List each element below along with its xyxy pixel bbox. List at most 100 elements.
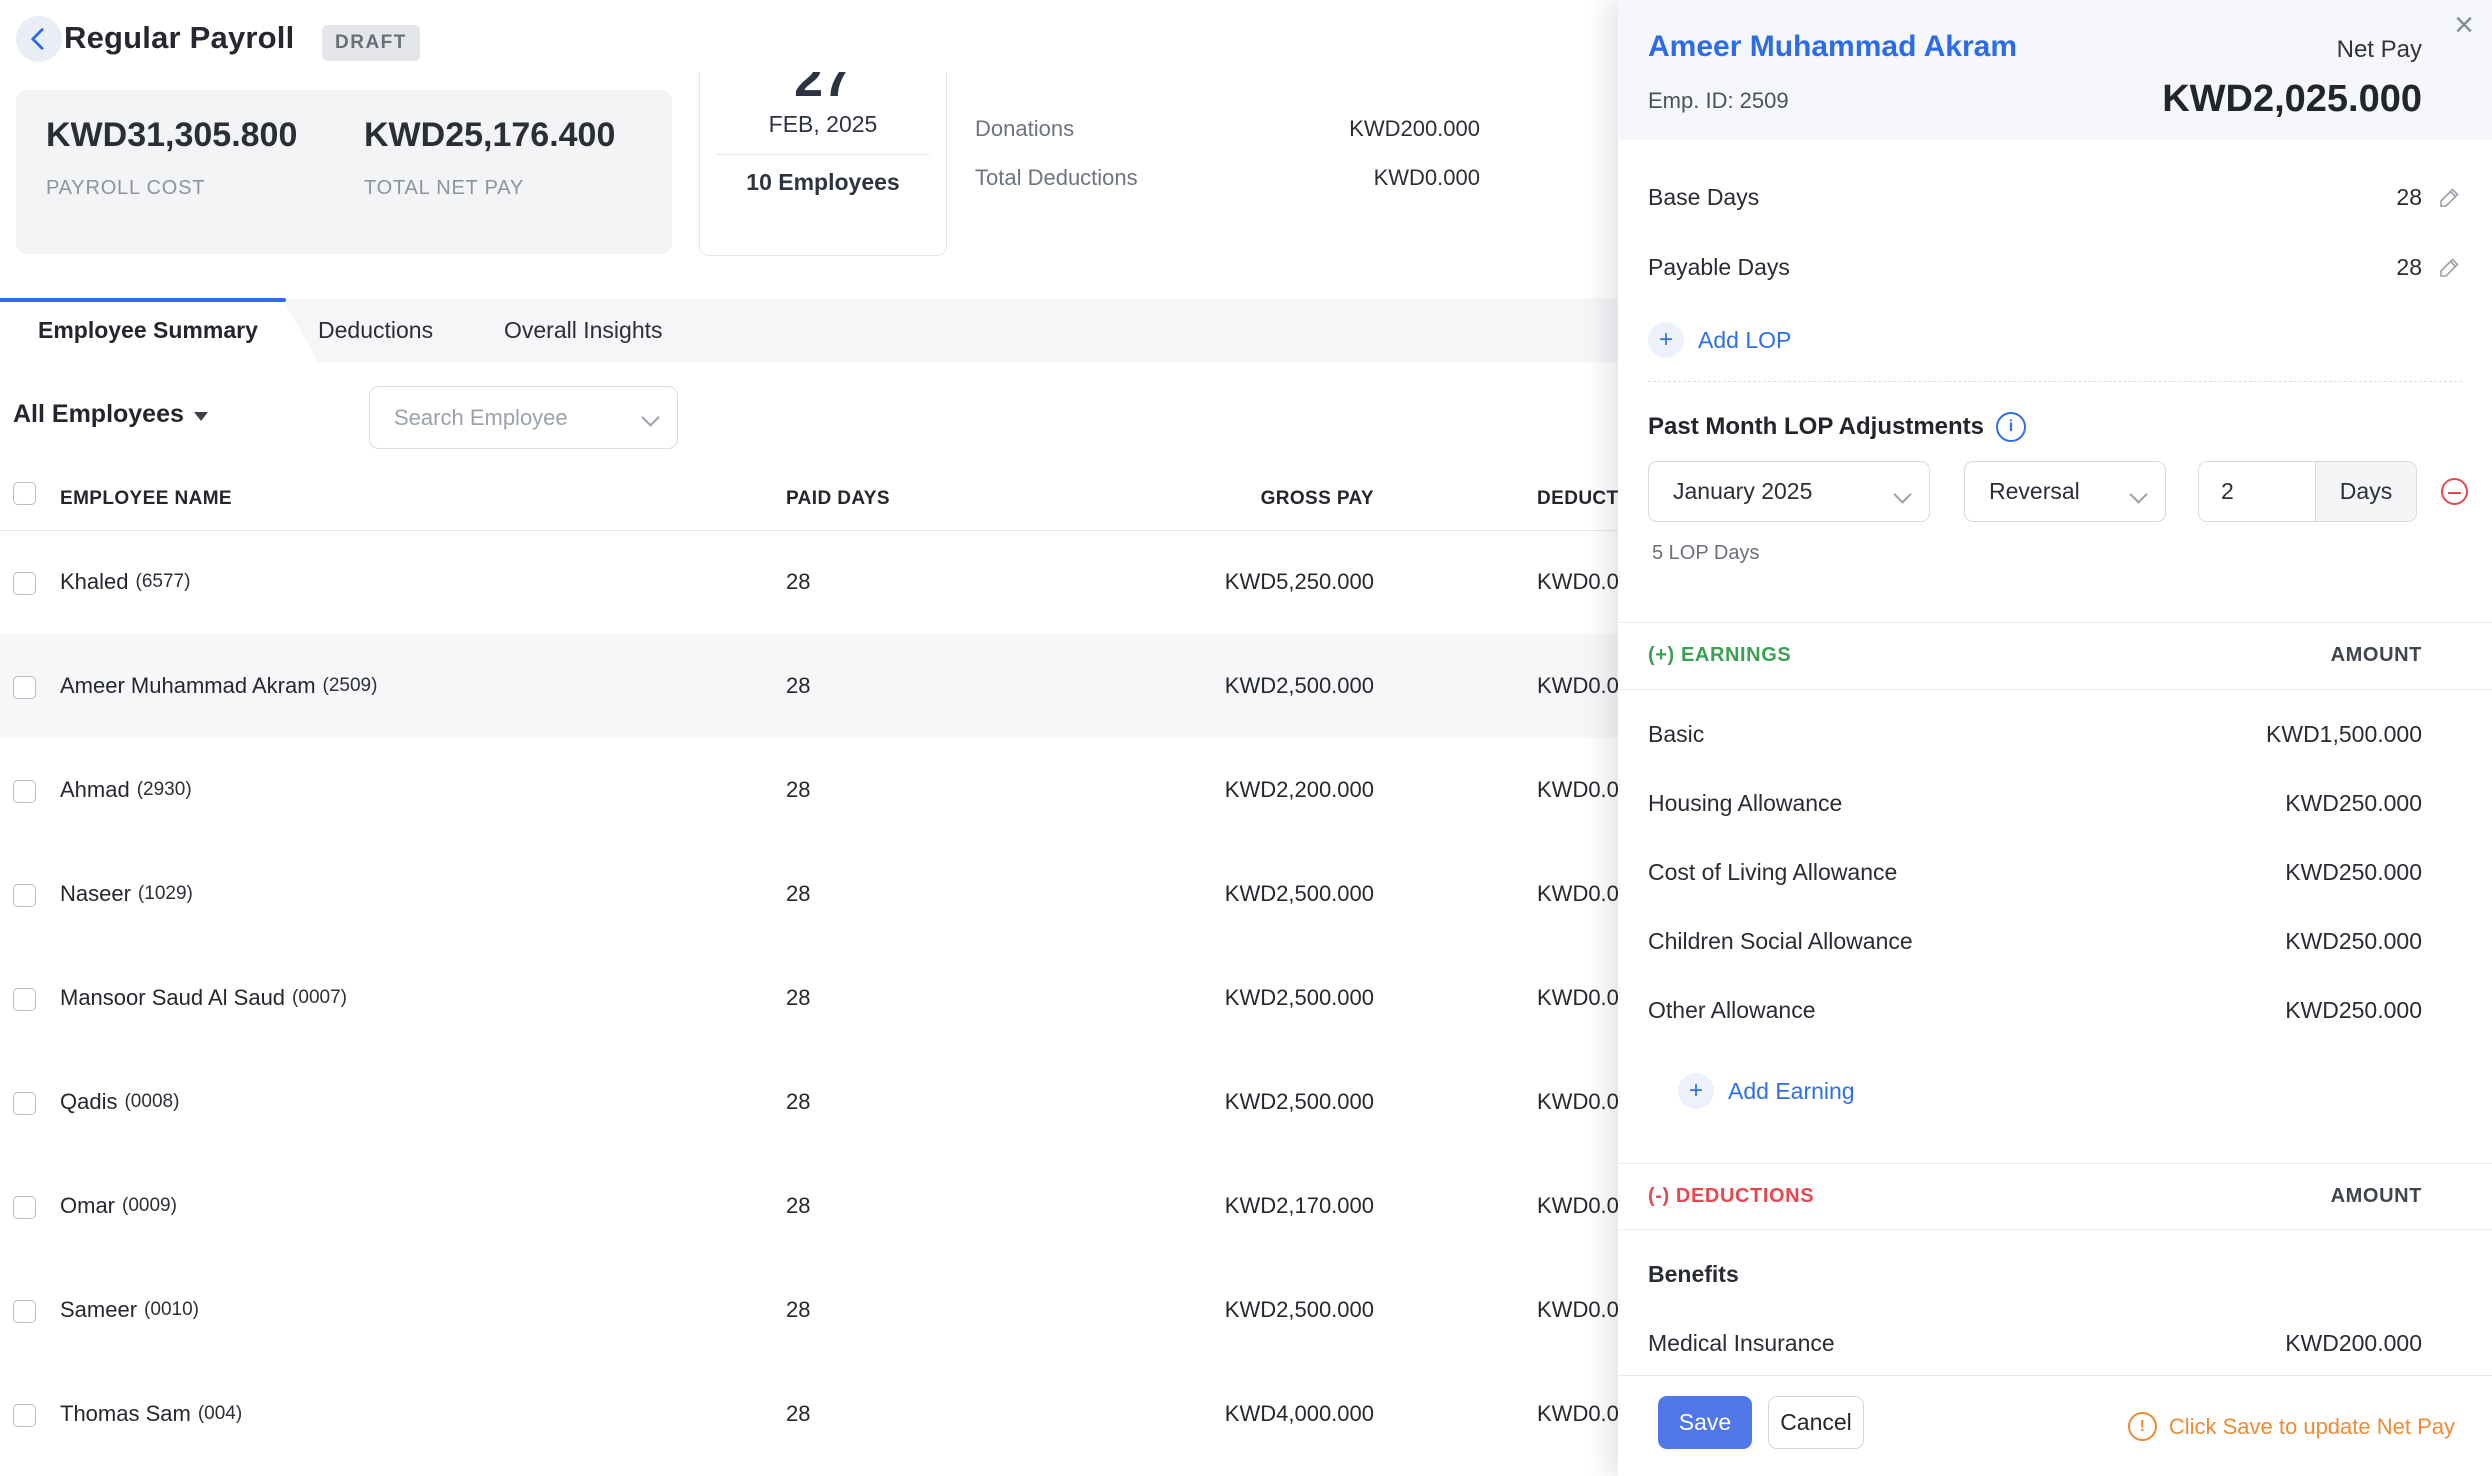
row-checkbox[interactable] <box>13 572 36 595</box>
row-checkbox[interactable] <box>13 1092 36 1115</box>
close-icon[interactable]: × <box>2454 6 2474 45</box>
employee-filter-dropdown[interactable]: All Employees <box>13 400 208 429</box>
tab-employee-summary-label[interactable]: Employee Summary <box>38 298 258 362</box>
earning-row: Cost of Living AllowanceKWD250.000 <box>1618 838 2492 907</box>
row-checkbox[interactable] <box>13 1404 36 1427</box>
add-earning-button[interactable]: + Add Earning <box>1678 1073 1855 1109</box>
employee-pay-panel: Ameer Muhammad Akram Net Pay Emp. ID: 25… <box>1618 0 2492 1476</box>
lop-days-input-group: Days <box>2198 461 2417 522</box>
employee-name-cell[interactable]: Qadis(0008) <box>60 1050 179 1154</box>
employee-name-cell[interactable]: Thomas Sam(004) <box>60 1362 242 1466</box>
total-net-pay-stat: KWD25,176.400 TOTAL NET PAY <box>364 116 615 200</box>
edit-pencil-icon[interactable] <box>2438 185 2462 209</box>
earning-label: Other Allowance <box>1648 993 1815 1029</box>
panel-footer: Save Cancel ! Click Save to update Net P… <box>1618 1375 2492 1476</box>
earnings-amount-label: AMOUNT <box>2331 644 2422 667</box>
deductions-heading: (-) DEDUCTIONS <box>1648 1185 1814 1208</box>
add-earning-label: Add Earning <box>1728 1078 1855 1105</box>
earning-amount: KWD250.000 <box>2285 859 2422 886</box>
lop-type-select[interactable]: Reversal <box>1964 461 2166 522</box>
employee-name-cell[interactable]: Omar(0009) <box>60 1154 177 1258</box>
select-all-checkbox[interactable] <box>13 482 36 505</box>
tab-deductions[interactable]: Deductions <box>318 298 433 362</box>
total-net-pay-label: TOTAL NET PAY <box>364 177 615 200</box>
base-days-label: Base Days <box>1648 184 1759 211</box>
tab-overall-insights[interactable]: Overall Insights <box>504 298 663 362</box>
total-net-pay-value: KWD25,176.400 <box>364 116 615 155</box>
lop-month-select[interactable]: January 2025 <box>1648 461 1930 522</box>
lop-type-value: Reversal <box>1989 478 2080 505</box>
row-checkbox[interactable] <box>13 988 36 1011</box>
paid-days-cell: 28 <box>786 530 810 634</box>
lop-adjustment-row: January 2025 Reversal Days <box>1648 461 2468 522</box>
paid-days-cell: 28 <box>786 842 810 946</box>
employee-id: (0007) <box>292 987 347 1009</box>
employee-id: Emp. ID: 2509 <box>1648 88 1789 114</box>
search-input[interactable] <box>392 404 606 432</box>
employee-name-cell[interactable]: Mansoor Saud Al Saud (0007) <box>60 946 347 1050</box>
pay-date-month-year: FEB, 2025 <box>700 111 946 138</box>
column-employee-name: EMPLOYEE NAME <box>60 488 232 510</box>
payroll-run-page: 27 FEB, 2025 10 Employees Regular Payrol… <box>0 0 2492 1476</box>
employee-name-cell[interactable]: Naseer(1029) <box>60 842 193 946</box>
row-checkbox[interactable] <box>13 1196 36 1219</box>
cancel-button[interactable]: Cancel <box>1768 1396 1864 1449</box>
employee-name: Mansoor Saud Al Saud <box>60 985 285 1011</box>
earning-label: Children Social Allowance <box>1648 924 1913 960</box>
chevron-down-icon <box>2129 485 2147 503</box>
panel-employee-name-link[interactable]: Ameer Muhammad Akram <box>1648 30 2017 64</box>
payroll-summary-card: KWD31,305.800 PAYROLL COST KWD25,176.400… <box>16 90 672 254</box>
dashed-divider <box>1648 381 2462 382</box>
gross-pay-cell: KWD2,500.000 <box>1174 842 1374 946</box>
row-checkbox[interactable] <box>13 676 36 699</box>
deduction-label: Medical Insurance <box>1648 1326 1835 1362</box>
chevron-left-icon <box>30 28 53 51</box>
deductions-amount-label: AMOUNT <box>2331 1185 2422 1208</box>
earnings-header: (+) EARNINGS AMOUNT <box>1648 622 2422 688</box>
caret-down-icon <box>194 412 208 421</box>
employee-count: 10 Employees <box>700 169 946 196</box>
lop-days-input[interactable] <box>2199 462 2315 521</box>
employee-name-cell[interactable]: Sameer(0010) <box>60 1258 199 1362</box>
employee-name: Omar <box>60 1193 115 1219</box>
payroll-cost-value: KWD31,305.800 <box>46 116 297 155</box>
row-checkbox[interactable] <box>13 884 36 907</box>
save-button[interactable]: Save <box>1658 1396 1752 1449</box>
deduction-group-row: Benefits <box>1618 1240 2492 1309</box>
employee-search[interactable] <box>369 386 678 449</box>
add-lop-button[interactable]: + Add LOP <box>1648 322 1791 358</box>
paid-days-cell: 28 <box>786 1258 810 1362</box>
info-icon[interactable]: i <box>1996 412 2026 442</box>
base-days-value: 28 <box>2396 184 2422 211</box>
edit-pencil-icon[interactable] <box>2438 255 2462 279</box>
deduction-amount: KWD200.000 <box>2285 1330 2422 1357</box>
section-divider <box>1618 689 2492 690</box>
plus-icon: + <box>1648 322 1684 358</box>
net-pay-label: Net Pay <box>2337 36 2422 64</box>
remove-lop-row-icon[interactable] <box>2441 478 2468 505</box>
payable-days-value: 28 <box>2396 254 2422 281</box>
column-gross-pay: GROSS PAY <box>1174 488 1374 510</box>
base-days-row: Base Days 28 <box>1618 162 2492 232</box>
employee-name-cell[interactable]: Khaled(6577) <box>60 530 190 634</box>
days-section: Base Days 28 Payable Days 28 <box>1618 162 2492 302</box>
back-button[interactable] <box>16 16 62 62</box>
earning-row: Housing AllowanceKWD250.000 <box>1618 769 2492 838</box>
lop-month-value: January 2025 <box>1673 478 1812 505</box>
total-deductions-value: KWD0.000 <box>1374 165 1480 191</box>
employee-name-cell[interactable]: Ameer Muhammad Akram(2509) <box>60 634 377 738</box>
payable-days-label: Payable Days <box>1648 254 1790 281</box>
lop-days-suffix: Days <box>2315 462 2416 521</box>
employee-name-cell[interactable]: Ahmad(2930) <box>60 738 192 842</box>
gross-pay-cell: KWD2,500.000 <box>1174 946 1374 1050</box>
plus-icon: + <box>1678 1073 1714 1109</box>
employee-id: (2930) <box>137 779 192 801</box>
earnings-rows: BasicKWD1,500.000Housing AllowanceKWD250… <box>1618 700 2492 1045</box>
row-checkbox[interactable] <box>13 780 36 803</box>
employee-id: (1029) <box>138 883 193 905</box>
chevron-down-icon <box>641 408 659 426</box>
paid-days-cell: 28 <box>786 738 810 842</box>
gross-pay-cell: KWD2,500.000 <box>1174 634 1374 738</box>
earnings-heading: (+) EARNINGS <box>1648 644 1791 667</box>
row-checkbox[interactable] <box>13 1300 36 1323</box>
